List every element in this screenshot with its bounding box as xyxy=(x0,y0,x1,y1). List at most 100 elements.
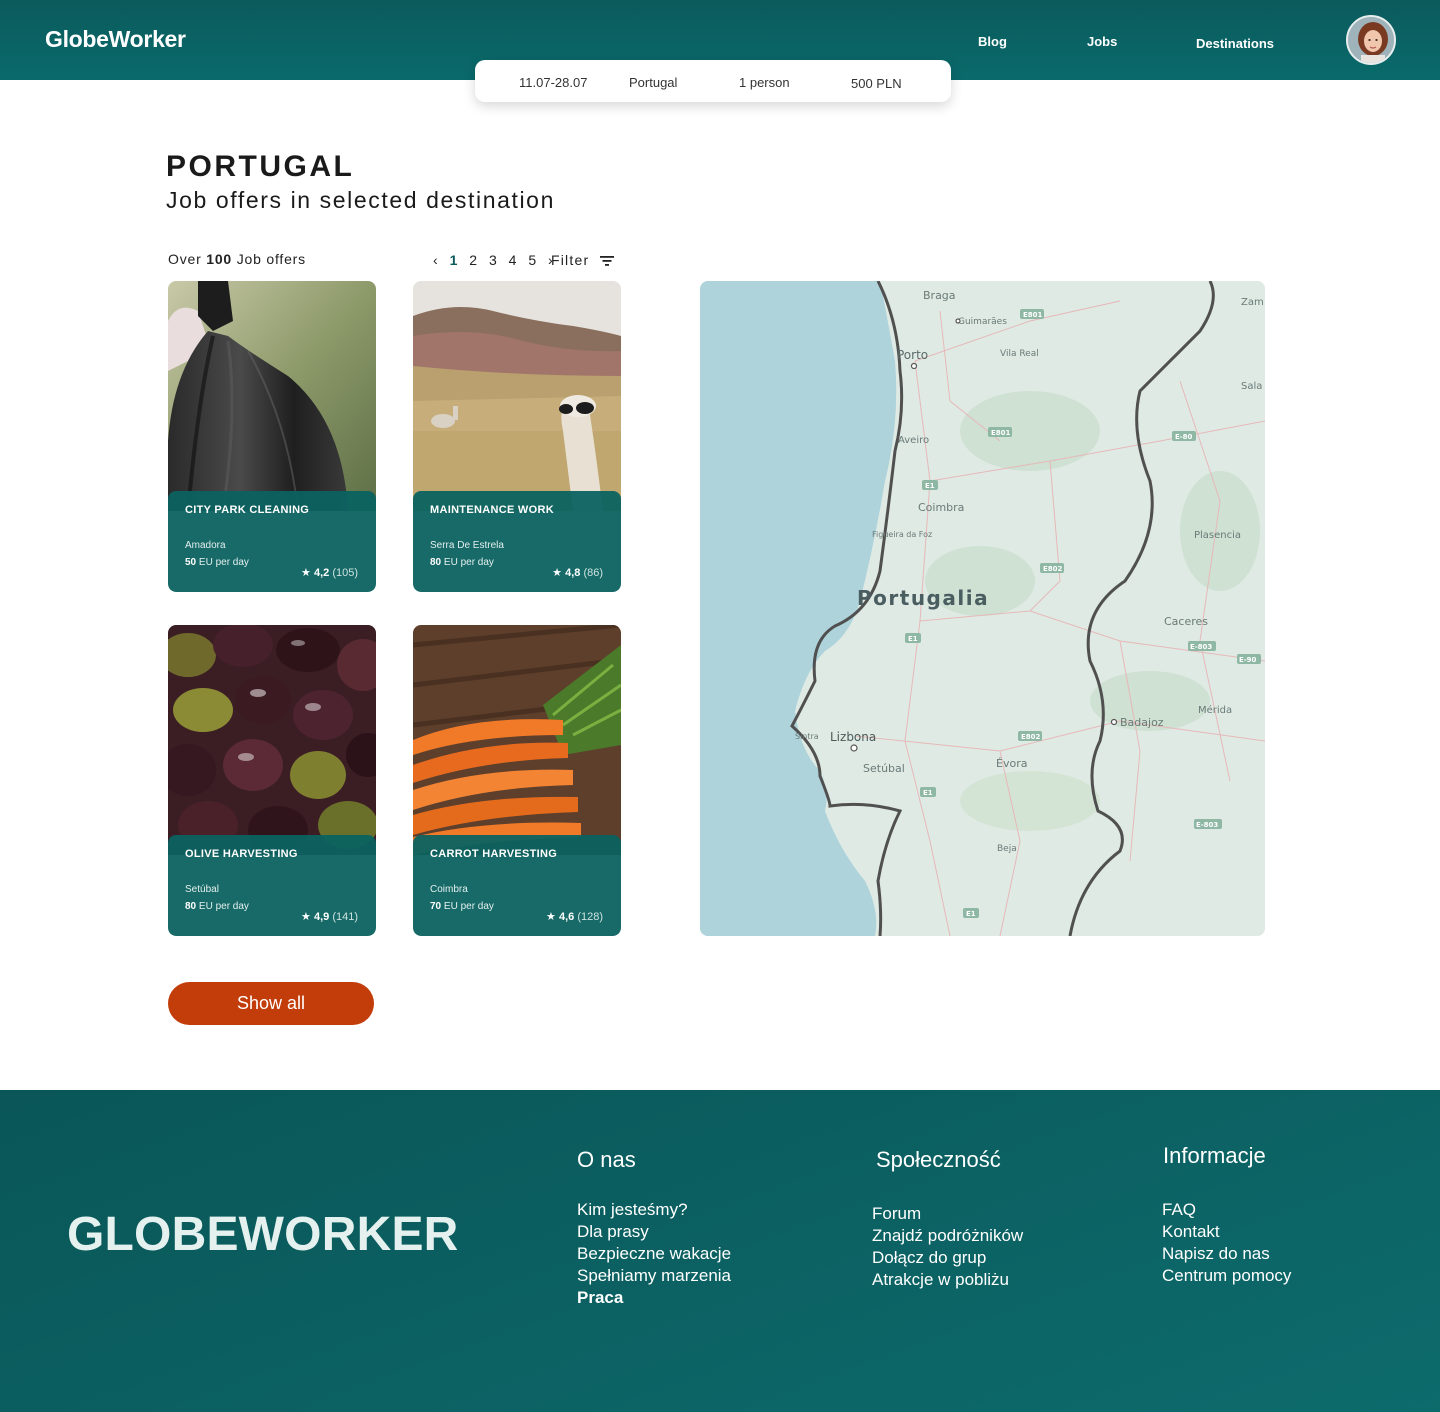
job-title: MAINTENANCE WORK xyxy=(430,504,554,516)
map-city-marker[interactable] xyxy=(910,362,918,370)
footer-link[interactable]: Atrakcje w pobliżu xyxy=(872,1269,1023,1291)
job-title: CITY PARK CLEANING xyxy=(185,504,310,516)
nav-link-blog[interactable]: Blog xyxy=(978,34,1007,49)
search-budget[interactable]: 500 PLN xyxy=(851,76,902,91)
star-icon: ★ xyxy=(301,911,311,923)
job-pay-value: 80 xyxy=(185,901,197,912)
map-city-label: Caceres xyxy=(1164,615,1208,628)
map-city-marker[interactable] xyxy=(1110,718,1118,726)
job-location: Coimbra xyxy=(430,884,468,895)
footer-link[interactable]: Dla prasy xyxy=(577,1221,731,1243)
job-pay-value: 70 xyxy=(430,901,442,912)
footer-link[interactable]: Dołącz do grup xyxy=(872,1247,1023,1269)
footer-link[interactable]: Bezpieczne wakacje xyxy=(577,1243,731,1265)
map-city-label: Sintra xyxy=(795,732,819,741)
footer-links-community: Forum Znajdź podróżników Dołącz do grup … xyxy=(872,1203,1023,1291)
job-pay-value: 80 xyxy=(430,557,442,568)
job-card[interactable]: OLIVE HARVESTING Setúbal 80 EU per day ★… xyxy=(168,625,376,936)
logo[interactable]: GlobeWorker xyxy=(45,26,186,53)
job-location: Setúbal xyxy=(185,884,219,895)
job-location: Serra De Estrela xyxy=(430,540,504,551)
user-avatar-image xyxy=(1348,17,1394,63)
pagination-page-4[interactable]: 4 xyxy=(509,252,517,268)
job-card[interactable]: MAINTENANCE WORK Serra De Estrela 80 EU … xyxy=(413,281,621,592)
destination-map[interactable]: Portugalia Braga Guimarães Porto Vila Re… xyxy=(700,281,1265,936)
pagination-page-3[interactable]: 3 xyxy=(489,252,497,268)
job-rating: ★ 4,2 (105) xyxy=(301,566,358,579)
job-card-info: MAINTENANCE WORK Serra De Estrela 80 EU … xyxy=(413,491,621,592)
pagination-page-1[interactable]: 1 xyxy=(450,252,458,268)
road-shield-label: E801 xyxy=(1023,311,1043,319)
map-canvas[interactable]: Portugalia Braga Guimarães Porto Vila Re… xyxy=(700,281,1265,936)
job-pay: 80 EU per day xyxy=(185,901,249,912)
road-shield-label: E801 xyxy=(991,429,1011,437)
job-card-info: CITY PARK CLEANING Amadora 50 EU per day… xyxy=(168,491,376,592)
map-city-label: Braga xyxy=(923,289,956,302)
road-shield-label: E-80 xyxy=(1175,433,1193,441)
footer-link[interactable]: Napisz do nas xyxy=(1162,1243,1291,1265)
search-people[interactable]: 1 person xyxy=(739,75,790,90)
road-shield-label: E1 xyxy=(923,789,933,797)
job-location: Amadora xyxy=(185,540,226,551)
search-summary-bar[interactable]: 11.07-28.07 Portugal 1 person 500 PLN xyxy=(475,60,951,102)
pagination-page-5[interactable]: 5 xyxy=(528,252,536,268)
page-subtitle: Job offers in selected destination xyxy=(166,187,555,213)
road-shield-label: E-803 xyxy=(1196,821,1218,829)
offers-count-value: 100 xyxy=(206,251,233,267)
trash-bag-image xyxy=(168,281,376,511)
job-card-info: OLIVE HARVESTING Setúbal 80 EU per day ★… xyxy=(168,835,376,936)
map-city-label: Évora xyxy=(996,757,1027,770)
footer-links-info: FAQ Kontakt Napisz do nas Centrum pomocy xyxy=(1162,1199,1291,1287)
map-capital-marker[interactable] xyxy=(850,744,858,752)
footer-link[interactable]: Kim jesteśmy? xyxy=(577,1199,731,1221)
nav-link-jobs[interactable]: Jobs xyxy=(1087,34,1117,49)
footer-link[interactable]: Znajdź podróżników xyxy=(872,1225,1023,1247)
footer-brand[interactable]: GLOBEWORKER xyxy=(67,1207,459,1262)
show-all-button[interactable]: Show all xyxy=(168,982,374,1025)
job-card-info: CARROT HARVESTING Coimbra 70 EU per day … xyxy=(413,835,621,936)
footer-link[interactable]: Forum xyxy=(872,1203,1023,1225)
road-shield-label: E802 xyxy=(1021,733,1041,741)
job-title: OLIVE HARVESTING xyxy=(185,848,298,860)
map-city-label: Plasencia xyxy=(1194,530,1241,541)
footer-column-title-info: Informacje xyxy=(1163,1143,1266,1168)
offers-count-prefix: Over xyxy=(168,251,202,267)
job-pay-unit: EU per day xyxy=(198,557,249,568)
footer-link[interactable]: Praca xyxy=(577,1287,731,1309)
footer-link[interactable]: Spełniamy marzenia xyxy=(577,1265,731,1287)
pagination-prev[interactable]: ‹ xyxy=(433,252,438,268)
job-rating: ★ 4,6 (128) xyxy=(546,910,603,923)
star-icon: ★ xyxy=(301,567,311,579)
avatar[interactable] xyxy=(1346,15,1396,65)
search-destination[interactable]: Portugal xyxy=(629,75,677,90)
job-pay-value: 50 xyxy=(185,557,197,568)
map-city-label: Coimbra xyxy=(918,501,964,514)
map-city-marker[interactable] xyxy=(955,318,961,324)
job-review-count: (128) xyxy=(577,911,603,923)
map-city-label: Lizbona xyxy=(830,730,876,744)
map-city-label: Badajoz xyxy=(1120,716,1164,729)
map-city-label: Figueira da Foz xyxy=(872,530,932,539)
search-dates[interactable]: 11.07-28.07 xyxy=(519,75,587,90)
offers-count: Over 100 Job offers xyxy=(168,251,306,267)
footer-link[interactable]: FAQ xyxy=(1162,1199,1291,1221)
footer-link[interactable]: Kontakt xyxy=(1162,1221,1291,1243)
job-pay: 70 EU per day xyxy=(430,901,494,912)
job-pay-unit: EU per day xyxy=(198,901,249,912)
map-city-label: Mérida xyxy=(1198,704,1232,716)
job-rating-value: 4,2 xyxy=(313,567,330,579)
job-card[interactable]: CITY PARK CLEANING Amadora 50 EU per day… xyxy=(168,281,376,592)
map-city-label: Setúbal xyxy=(863,762,905,775)
nav-link-destinations[interactable]: Destinations xyxy=(1196,36,1274,51)
job-pay: 80 EU per day xyxy=(430,557,494,568)
job-card[interactable]: CARROT HARVESTING Coimbra 70 EU per day … xyxy=(413,625,621,936)
job-review-count: (105) xyxy=(332,567,358,579)
star-icon: ★ xyxy=(552,567,563,579)
filter-icon xyxy=(600,256,615,267)
map-country-label: Portugalia xyxy=(857,586,989,610)
filter-button[interactable]: Filter xyxy=(551,252,615,268)
pagination-page-2[interactable]: 2 xyxy=(469,252,477,268)
road-shield-label: E802 xyxy=(1043,565,1063,573)
job-pay-unit: EU per day xyxy=(443,901,494,912)
footer-link[interactable]: Centrum pomocy xyxy=(1162,1265,1291,1287)
